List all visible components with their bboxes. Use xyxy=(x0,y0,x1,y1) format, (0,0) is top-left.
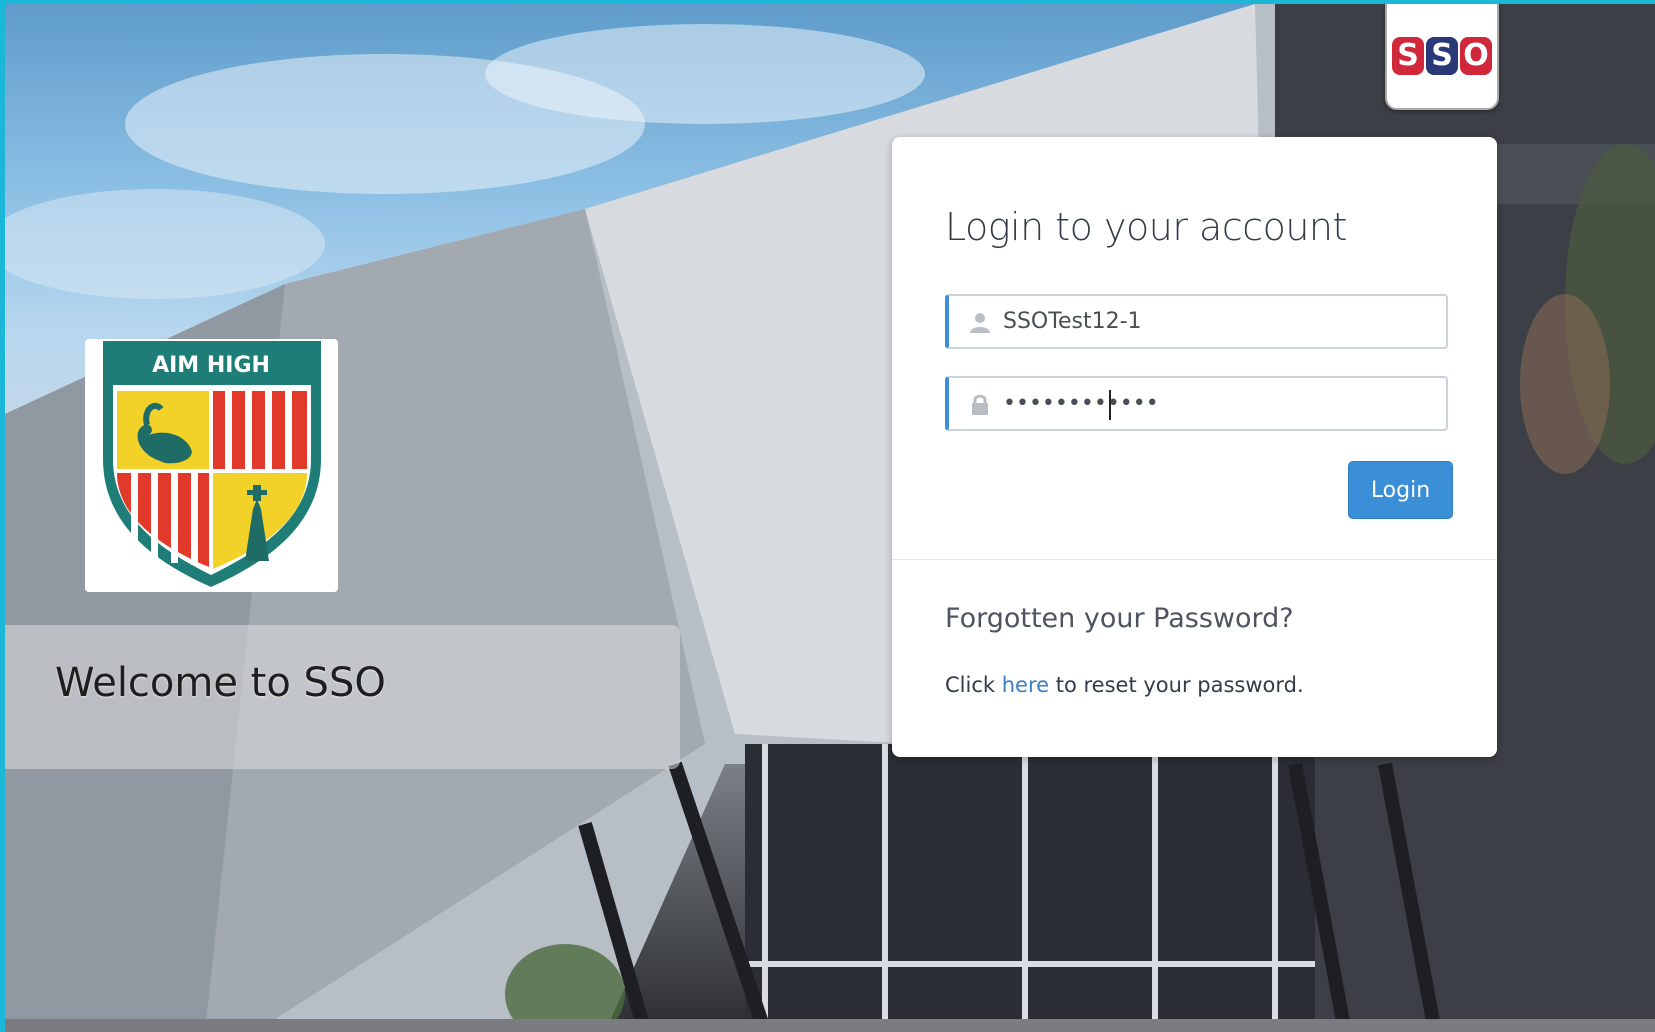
login-title: Login to your account xyxy=(945,205,1347,249)
school-motto: AIM HIGH xyxy=(152,353,270,378)
username-input[interactable] xyxy=(1003,304,1433,338)
divider xyxy=(892,559,1497,560)
login-button[interactable]: Login xyxy=(1348,461,1453,519)
lock-icon xyxy=(972,394,988,415)
reset-prefix: Click xyxy=(945,673,996,697)
welcome-banner: Welcome to SSO xyxy=(5,625,680,769)
sso-logo-letter: S xyxy=(1426,37,1458,75)
reset-password-text: Click here to reset your password. xyxy=(945,673,1304,697)
text-caret xyxy=(1109,390,1111,420)
password-field[interactable] xyxy=(945,376,1448,431)
password-input[interactable] xyxy=(1003,386,1433,420)
reset-password-link[interactable]: here xyxy=(1002,673,1049,697)
user-icon xyxy=(970,313,990,333)
sso-logo-letter: S xyxy=(1392,37,1424,75)
welcome-title: Welcome to SSO xyxy=(55,660,386,706)
forgot-password-title: Forgotten your Password? xyxy=(945,603,1294,634)
sso-logo-letter: O xyxy=(1460,37,1492,75)
sso-logo: S S O xyxy=(1385,4,1499,110)
school-crest-logo: AIM HIGH xyxy=(85,339,338,592)
login-panel: Login to your account Login Forgotten yo… xyxy=(892,137,1497,757)
reset-suffix: to reset your password. xyxy=(1055,673,1304,697)
login-page: S S O AIM HIGH Welcome to SSO Login to y… xyxy=(5,4,1655,1032)
school-crest-icon: AIM HIGH xyxy=(103,341,321,587)
username-field[interactable] xyxy=(945,294,1448,349)
